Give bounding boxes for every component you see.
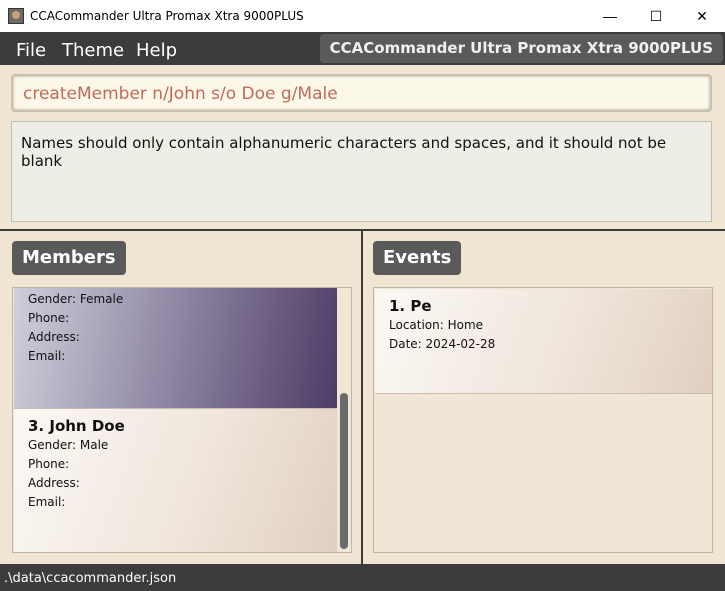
event-location: Location: Home (389, 318, 484, 332)
app-name-badge: CCACommander Ultra Promax Xtra 9000PLUS (319, 34, 723, 63)
member-gender: Gender: Male (28, 438, 109, 452)
command-box[interactable]: createMember n/John s/o Doe g/Male (11, 74, 712, 112)
command-input[interactable]: createMember n/John s/o Doe g/Male (23, 84, 338, 104)
events-panel-title: Events (373, 241, 462, 275)
event-name: 1. Pe (389, 297, 432, 315)
menu-bar: File Theme Help CCACommander Ultra Proma… (0, 32, 725, 65)
event-date: Date: 2024-02-28 (389, 337, 496, 351)
maximize-button[interactable]: ☐ (633, 0, 679, 32)
members-list[interactable]: Gender: Female Phone: Address: Email: 3.… (12, 287, 352, 553)
members-panel-title: Members (12, 241, 126, 275)
events-list[interactable]: 1. Pe Location: Home Date: 2024-02-28 (373, 287, 713, 553)
status-bar: .\data\ccacommander.json (0, 564, 725, 591)
member-card-selected[interactable]: Gender: Female Phone: Address: Email: (14, 288, 337, 409)
member-address: Address: (28, 330, 80, 344)
result-message: Names should only contain alphanumeric c… (21, 134, 667, 170)
title-bar: CCACommander Ultra Promax Xtra 9000PLUS … (0, 0, 725, 32)
minimize-button[interactable]: — (587, 0, 633, 32)
window-title: CCACommander Ultra Promax Xtra 9000PLUS (30, 9, 304, 23)
result-display: Names should only contain alphanumeric c… (11, 121, 712, 222)
data-file-path: .\data\ccacommander.json (4, 571, 177, 586)
member-phone: Phone: (28, 311, 70, 325)
event-card[interactable]: 1. Pe Location: Home Date: 2024-02-28 (375, 289, 712, 394)
app-icon (8, 8, 24, 24)
member-gender: Gender: Female (28, 292, 124, 306)
member-email: Email: (28, 349, 66, 363)
menu-file[interactable]: File (16, 40, 46, 61)
member-name: 3. John Doe (28, 417, 125, 435)
member-card[interactable]: 3. John Doe Gender: Male Phone: Address:… (14, 409, 337, 552)
menu-theme[interactable]: Theme (62, 40, 124, 61)
members-scrollbar-thumb[interactable] (340, 393, 348, 549)
menu-help[interactable]: Help (136, 40, 177, 61)
member-email: Email: (28, 495, 66, 509)
member-phone: Phone: (28, 457, 70, 471)
close-button[interactable]: ✕ (679, 0, 725, 32)
member-address: Address: (28, 476, 80, 490)
divider-vertical (361, 229, 363, 564)
